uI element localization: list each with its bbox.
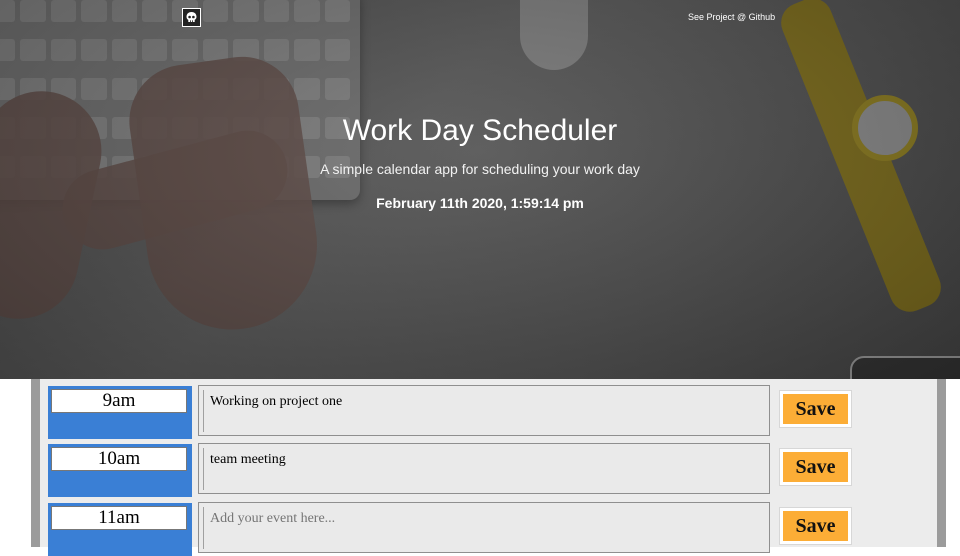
save-button-frame: Save	[779, 448, 852, 486]
github-link[interactable]: See Project @ Github	[688, 12, 775, 22]
time-block-9am: 9am Working on project one Save	[40, 379, 937, 439]
event-field-frame: team meeting	[198, 443, 770, 494]
hero-overlay	[0, 0, 960, 379]
hour-block: 10am	[48, 444, 192, 497]
save-button-frame: Save	[779, 390, 852, 428]
event-field-frame	[198, 502, 770, 553]
page-subtitle: A simple calendar app for scheduling you…	[320, 161, 640, 177]
save-button-9am[interactable]: Save	[783, 394, 848, 424]
current-datetime: February 11th 2020, 1:59:14 pm	[376, 195, 584, 211]
save-button-10am[interactable]: Save	[783, 452, 848, 482]
event-input-10am[interactable]: team meeting	[203, 448, 763, 490]
hour-label: 11am	[51, 506, 187, 530]
page-title: Work Day Scheduler	[342, 114, 618, 147]
hour-block: 11am	[48, 503, 192, 556]
save-button-frame: Save	[779, 507, 852, 545]
hero-header: See Project @ Github Work Day Scheduler …	[0, 0, 960, 379]
time-block-11am: 11am Save	[40, 496, 937, 556]
save-button-11am[interactable]: Save	[783, 511, 848, 541]
event-input-11am[interactable]	[203, 507, 763, 549]
hour-label: 10am	[51, 447, 187, 471]
event-field-frame: Working on project one	[198, 385, 770, 436]
skull-icon[interactable]	[182, 8, 201, 27]
event-input-9am[interactable]: Working on project one	[203, 390, 763, 432]
hour-label: 9am	[51, 389, 187, 413]
skull-icon-glyph	[186, 12, 197, 22]
hour-block: 9am	[48, 386, 192, 439]
scheduler-container: 9am Working on project one Save 10am tea…	[31, 379, 946, 556]
time-block-10am: 10am team meeting Save	[40, 437, 937, 497]
